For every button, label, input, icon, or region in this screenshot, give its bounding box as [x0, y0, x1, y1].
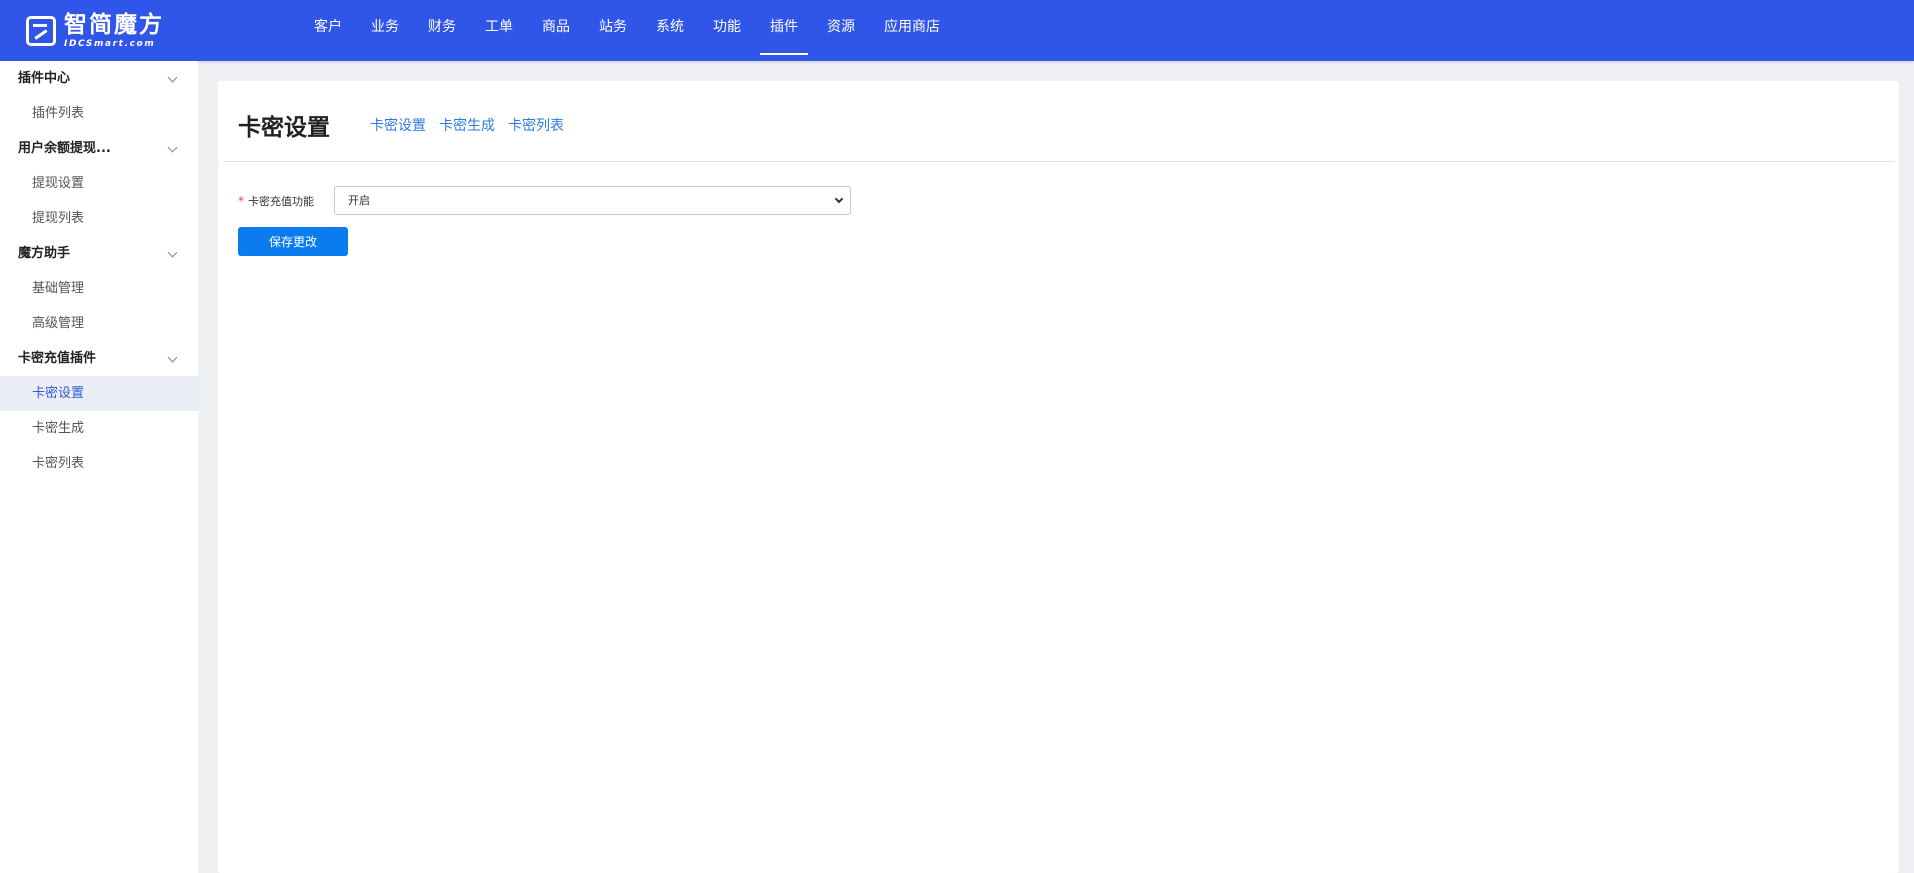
sidebar-group-title: 插件中心 [18, 71, 71, 86]
required-mark: * [238, 193, 244, 208]
brand-logo[interactable]: 智简魔方 IDCSmart.com [26, 12, 164, 50]
header-divider [223, 161, 1894, 162]
sidebar-item-withdrawal-settings[interactable]: 提现设置 [0, 166, 198, 201]
select-value: 开启 [348, 194, 370, 207]
field-label: 卡密充值功能 [248, 194, 314, 208]
brand-name: 智简魔方 [64, 11, 164, 38]
sidebar-group-title: 用户余额提现... [18, 141, 111, 156]
chevron-down-icon [167, 142, 178, 153]
nav-item-products[interactable]: 商品 [532, 0, 580, 55]
chevron-down-icon [834, 194, 844, 204]
sidebar: 插件中心 插件列表 用户余额提现... 提现设置 提现列表 魔方助手 基础管理 … [0, 61, 198, 873]
sidebar-item-withdrawal-list[interactable]: 提现列表 [0, 201, 198, 236]
nav-item-resources[interactable]: 资源 [817, 0, 865, 55]
tab-card-list[interactable]: 卡密列表 [508, 115, 564, 135]
top-navbar: 智简魔方 IDCSmart.com 客户 业务 财务 工单 商品 站务 系统 功… [0, 0, 1914, 61]
brand-subtitle: IDCSmart.com [64, 38, 156, 49]
sidebar-group-title: 卡密充值插件 [18, 351, 97, 366]
sidebar-group-mofang-assistant[interactable]: 魔方助手 [0, 236, 198, 271]
main-card: 卡密设置 卡密设置 卡密生成 卡密列表 * 卡密充值功能 开启 保存更改 [218, 81, 1899, 873]
chevron-down-icon [167, 72, 178, 83]
sidebar-item-card-generate[interactable]: 卡密生成 [0, 411, 198, 446]
sidebar-item-card-list[interactable]: 卡密列表 [0, 446, 198, 481]
sidebar-item-advanced-management[interactable]: 高级管理 [0, 306, 198, 341]
tab-card-settings[interactable]: 卡密设置 [370, 115, 426, 135]
sub-tabs: 卡密设置 卡密生成 卡密列表 [370, 115, 577, 135]
form-row-card-recharge: * 卡密充值功能 开启 [238, 186, 851, 215]
sidebar-group-withdrawal[interactable]: 用户余额提现... [0, 131, 198, 166]
sidebar-group-card-recharge[interactable]: 卡密充值插件 [0, 341, 198, 376]
nav-item-finance[interactable]: 财务 [418, 0, 466, 55]
sidebar-group-plugin-center[interactable]: 插件中心 [0, 61, 198, 96]
sidebar-group-title: 魔方助手 [18, 246, 71, 261]
nav-item-system[interactable]: 系统 [646, 0, 694, 55]
card-recharge-select[interactable]: 开启 [334, 186, 851, 215]
nav-item-tickets[interactable]: 工单 [475, 0, 523, 55]
nav-item-plugins[interactable]: 插件 [760, 0, 808, 55]
save-button[interactable]: 保存更改 [238, 227, 348, 256]
main-nav: 客户 业务 财务 工单 商品 站务 系统 功能 插件 资源 应用商店 [304, 0, 959, 55]
sidebar-item-basic-management[interactable]: 基础管理 [0, 271, 198, 306]
nav-item-site[interactable]: 站务 [589, 0, 637, 55]
tab-card-generate[interactable]: 卡密生成 [439, 115, 495, 135]
nav-item-customers[interactable]: 客户 [304, 0, 352, 55]
nav-item-features[interactable]: 功能 [703, 0, 751, 55]
chevron-down-icon [167, 352, 178, 363]
nav-item-business[interactable]: 业务 [361, 0, 409, 55]
nav-item-app-store[interactable]: 应用商店 [874, 0, 950, 55]
logo-icon [26, 16, 56, 46]
page-title: 卡密设置 [238, 115, 330, 141]
chevron-down-icon [167, 247, 178, 258]
sidebar-item-card-settings[interactable]: 卡密设置 [0, 376, 198, 411]
sidebar-item-plugin-list[interactable]: 插件列表 [0, 96, 198, 131]
